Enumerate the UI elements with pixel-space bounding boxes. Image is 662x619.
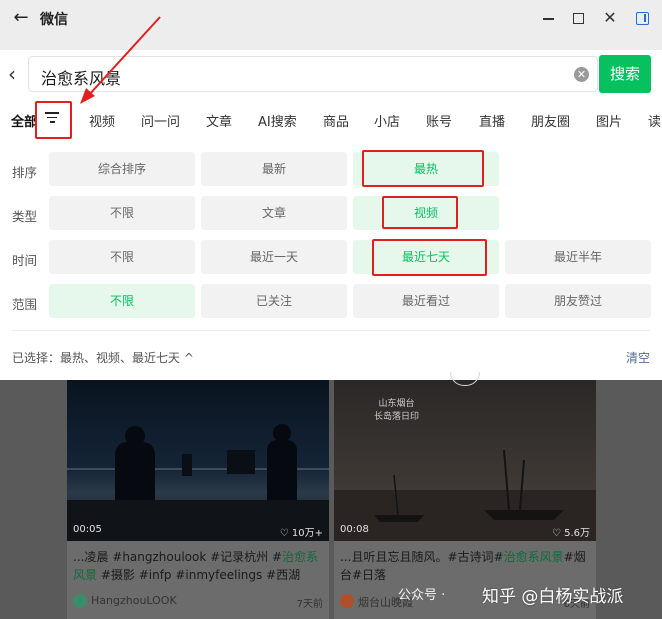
author-name: HangzhouLOOK — [91, 594, 177, 607]
category-tabs: 全部 视频 问一问 文章 AI搜索 商品 小店 账号 直播 朋友圈 图片 读 — [0, 100, 662, 140]
avatar — [340, 594, 354, 608]
option-type-article[interactable]: 文章 — [201, 196, 347, 230]
option-last-day[interactable]: 最近一天 — [201, 240, 347, 274]
option-followed[interactable]: 已关注 — [201, 284, 347, 318]
search-query: 治愈系风景 — [41, 69, 122, 88]
header-band — [0, 36, 662, 50]
search-input[interactable]: 治愈系风景 ✕ — [28, 56, 598, 92]
post-age: 7天前 — [296, 599, 323, 610]
filter-label-sort: 排序 — [12, 165, 38, 180]
avatar — [73, 594, 87, 608]
annotation-box-hottest — [362, 150, 484, 187]
tab-all[interactable]: 全部 — [11, 111, 37, 130]
search-bar: ‹ 治愈系风景 ✕ 搜索 — [0, 50, 662, 100]
option-recently-viewed[interactable]: 最近看过 — [353, 284, 499, 318]
minimize-icon[interactable] — [538, 8, 558, 28]
result-description: ...凌晨 #hangzhoulook #记录杭州 #治愈系风景 #摄影 #in… — [73, 550, 319, 582]
tab-ai-search[interactable]: AI搜索 — [258, 111, 297, 130]
divider — [12, 330, 650, 331]
tab-goods[interactable]: 商品 — [323, 111, 349, 130]
tab-account[interactable]: 账号 — [426, 111, 452, 130]
option-friends-liked[interactable]: 朋友赞过 — [505, 284, 651, 318]
tab-article[interactable]: 文章 — [206, 111, 232, 130]
tab-video[interactable]: 视频 — [89, 111, 115, 130]
selected-summary[interactable]: 已选择：最热、视频、最近七天 ^ — [12, 349, 194, 366]
tab-ask[interactable]: 问一问 — [141, 111, 180, 130]
chevron-left-icon[interactable]: ‹ — [8, 64, 24, 84]
option-last-half-year[interactable]: 最近半年 — [505, 240, 651, 274]
option-latest[interactable]: 最新 — [201, 152, 347, 186]
watermark-prefix: 公众号 · — [398, 588, 446, 603]
like-count: ♡ 10万+ — [279, 528, 323, 539]
annotation-box-filter — [35, 101, 72, 139]
watermark: 知乎 @白杨实战派 — [482, 587, 624, 607]
filter-label-time: 时间 — [12, 253, 38, 268]
option-type-any[interactable]: 不限 — [49, 196, 195, 230]
back-arrow-icon[interactable]: ← — [10, 8, 32, 28]
option-time-any[interactable]: 不限 — [49, 240, 195, 274]
search-button[interactable]: 搜索 — [599, 55, 651, 93]
option-scope-any[interactable]: 不限 — [49, 284, 195, 318]
video-thumbnail: 山东烟台 长岛落日印 — [334, 372, 596, 541]
tab-moments[interactable]: 朋友圈 — [531, 111, 570, 130]
video-thumbnail — [67, 380, 329, 541]
tab-shop[interactable]: 小店 — [374, 111, 400, 130]
like-count: ♡ 5.6万 — [551, 528, 590, 539]
annotation-box-7days — [372, 239, 487, 276]
video-duration: 00:08 — [340, 524, 369, 535]
clear-filters-link[interactable]: 清空 — [626, 349, 650, 366]
video-duration: 00:05 — [73, 524, 102, 535]
result-card[interactable]: 00:05 ♡ 10万+ ...凌晨 #hangzhoulook #记录杭州 #… — [67, 380, 329, 619]
filter-panel: 排序 综合排序 最新 最热 类型 不限 文章 视频 时间 不限 最近一天 最近七… — [0, 140, 662, 380]
tab-live[interactable]: 直播 — [479, 111, 505, 130]
tab-images[interactable]: 图片 — [596, 111, 622, 130]
option-comprehensive-sort[interactable]: 综合排序 — [49, 152, 195, 186]
filter-label-scope: 范围 — [12, 297, 38, 312]
clear-input-icon[interactable]: ✕ — [574, 67, 589, 82]
close-icon[interactable]: ✕ — [600, 8, 620, 28]
maximize-icon[interactable] — [568, 8, 588, 28]
poem-caption: 山东烟台 长岛落日印 — [374, 399, 420, 422]
window-title: 微信 — [40, 12, 68, 28]
title-bar: ← 微信 ✕ — [0, 0, 662, 36]
annotation-box-video — [382, 196, 458, 229]
tab-read[interactable]: 读 — [648, 111, 661, 130]
filter-label-type: 类型 — [12, 209, 38, 224]
sidebar-toggle-icon[interactable] — [632, 8, 652, 28]
night-scene-illustration — [67, 424, 329, 541]
result-description: ...且听且忘且随风。#古诗词#治愈系风景#烟台#日落 — [340, 550, 586, 582]
